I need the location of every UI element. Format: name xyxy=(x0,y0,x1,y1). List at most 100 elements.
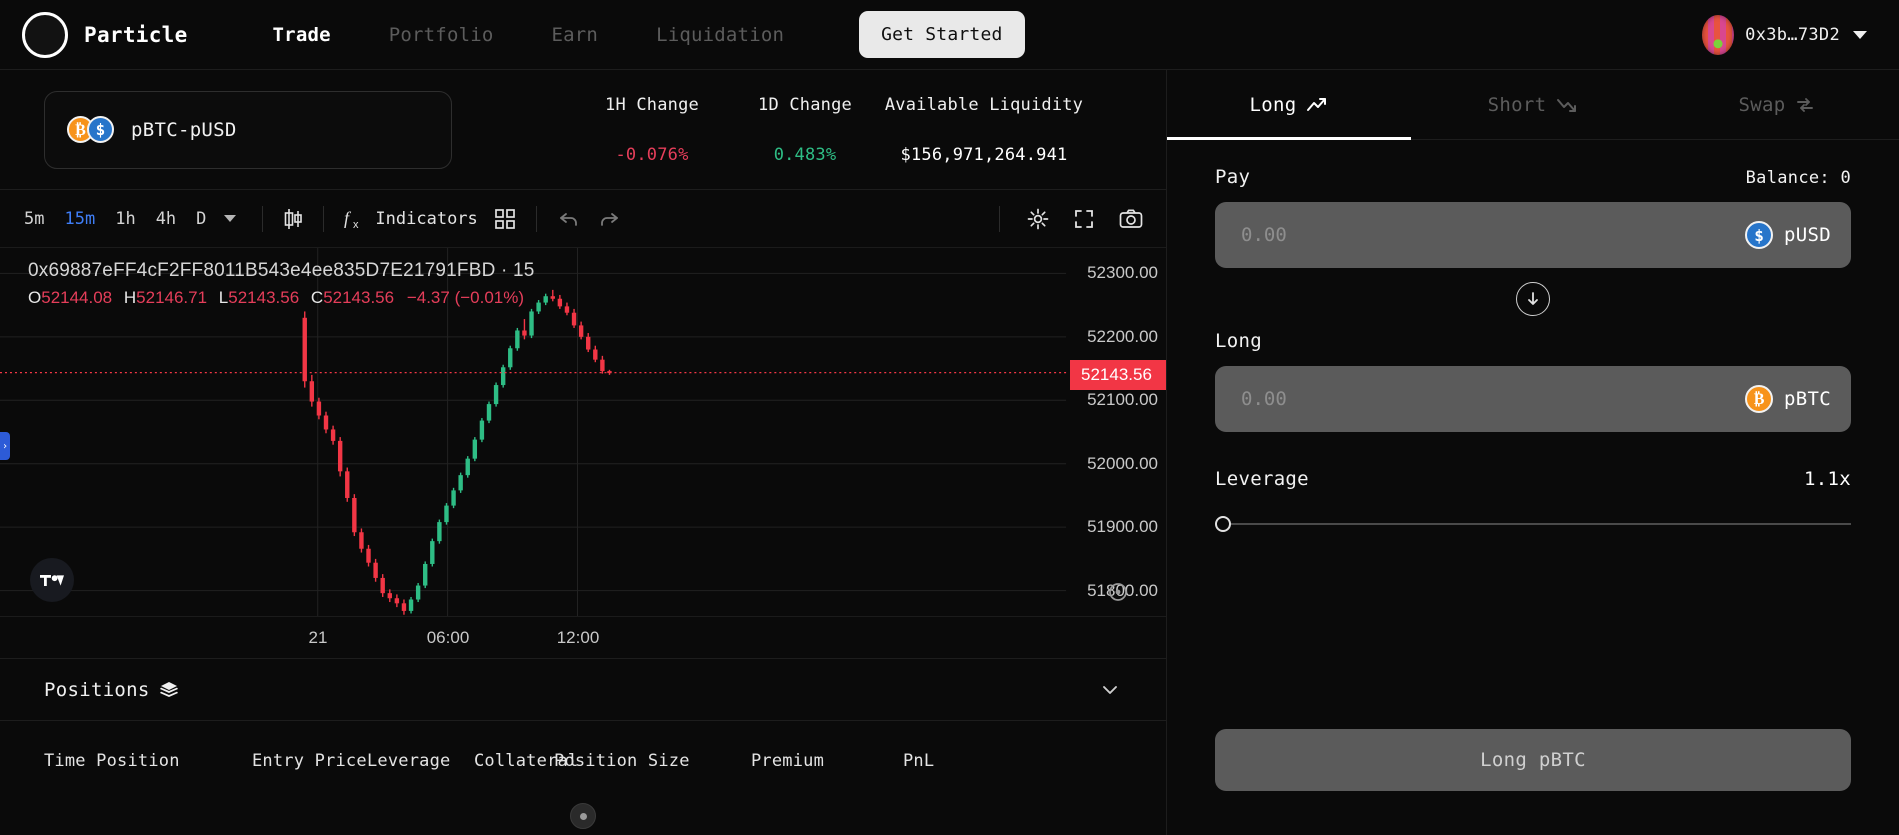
column-pnl: PnL xyxy=(903,751,934,772)
camera-icon xyxy=(1118,207,1144,231)
time-axis[interactable]: 21 06:00 12:00 xyxy=(0,616,1166,658)
undo-button[interactable] xyxy=(549,202,589,236)
pay-amount-input[interactable] xyxy=(1241,224,1752,246)
stat-value: $156,971,264.941 xyxy=(901,145,1068,165)
receive-amount-input[interactable] xyxy=(1241,388,1745,410)
candlestick-style-button[interactable] xyxy=(275,201,311,237)
receive-input-row[interactable]: ₿ pBTC xyxy=(1215,366,1851,432)
slider-thumb[interactable] xyxy=(1215,516,1231,532)
indicators-label: Indicators xyxy=(375,209,477,229)
undo-icon xyxy=(557,208,581,230)
time-tick: 06:00 xyxy=(427,628,470,648)
brand-name: Particle xyxy=(84,23,188,47)
avatar xyxy=(1702,15,1734,55)
tab-long-label: Long xyxy=(1250,94,1297,116)
current-price-badge: 52143.56 xyxy=(1070,360,1166,390)
timeframe-5m[interactable]: 5m xyxy=(14,203,54,235)
gear-icon xyxy=(1026,207,1050,231)
bitcoin-coin-icon: ₿ xyxy=(1745,385,1773,413)
divider xyxy=(999,206,1000,232)
receive-label: Long xyxy=(1215,330,1262,352)
nav-item-earn[interactable]: Earn xyxy=(523,24,628,46)
chart-toolbar-right xyxy=(987,201,1152,237)
app-body: ₿ $ pBTC-pUSD 1H Change -0.076% 1D Chang… xyxy=(0,70,1899,835)
fullscreen-button[interactable] xyxy=(1064,201,1104,237)
leverage-slider[interactable] xyxy=(1215,516,1851,532)
fullscreen-icon xyxy=(1072,207,1096,231)
layout-button[interactable] xyxy=(486,202,524,236)
tab-short[interactable]: Short xyxy=(1411,70,1655,139)
positions-table-header: Time Position Entry Price Leverage Colla… xyxy=(0,721,1166,803)
submit-long-button[interactable]: Long pBTC xyxy=(1215,729,1851,791)
nav-item-portfolio[interactable]: Portfolio xyxy=(360,24,523,46)
wallet-menu[interactable]: 0x3b…73D2 xyxy=(1702,15,1877,55)
app-header: Particle Trade Portfolio Earn Liquidatio… xyxy=(0,0,1899,70)
price-chart[interactable]: › 0x69887eFF4cF2FF8011B543e4ee835D7E2179… xyxy=(0,248,1166,616)
leverage-value: 1.1x xyxy=(1804,468,1851,490)
positions-section: Positions Time Position Entry Price Leve… xyxy=(0,658,1166,835)
pay-label: Pay xyxy=(1215,166,1250,188)
timeframe-15m[interactable]: 15m xyxy=(54,203,105,235)
pair-icons: ₿ $ xyxy=(67,116,114,143)
candlestick-canvas xyxy=(0,248,1166,616)
tab-short-label: Short xyxy=(1488,94,1547,116)
price-tick: 52100.00 xyxy=(1087,390,1158,410)
redo-icon xyxy=(597,208,621,230)
stat-1h-change: 1H Change -0.076% xyxy=(573,95,731,165)
stat-value: -0.076% xyxy=(615,145,688,165)
pay-input-row[interactable]: $ pUSD xyxy=(1215,202,1851,268)
swap-icon xyxy=(1795,95,1815,115)
arrow-down-circle-icon[interactable] xyxy=(1516,282,1550,316)
nav-item-liquidation[interactable]: Liquidation xyxy=(627,24,813,46)
stat-label: 1D Change xyxy=(758,95,852,115)
usd-coin-icon: $ xyxy=(87,116,114,143)
price-tick: 52000.00 xyxy=(1087,454,1158,474)
divider xyxy=(323,206,324,232)
nav-item-trade[interactable]: Trade xyxy=(244,24,360,46)
column-time-position: Time Position xyxy=(44,751,252,772)
positions-header[interactable]: Positions xyxy=(0,659,1166,721)
tradingview-logo-icon[interactable] xyxy=(30,558,74,602)
pay-token-selector[interactable]: $ pUSD xyxy=(1752,221,1831,249)
main-nav: Trade Portfolio Earn Liquidation xyxy=(244,24,814,46)
timeframe-1h[interactable]: 1h xyxy=(105,203,145,235)
price-tick: 52300.00 xyxy=(1087,263,1158,283)
chevron-right-icon[interactable]: › xyxy=(0,432,10,460)
indicators-button[interactable]: f x Indicators xyxy=(336,201,485,237)
snapshot-button[interactable] xyxy=(1110,201,1152,237)
tab-swap[interactable]: Swap xyxy=(1655,70,1899,139)
market-stats: 1H Change -0.076% 1D Change 0.483% Avail… xyxy=(573,95,1089,165)
price-axis[interactable]: 52300.0052200.0052100.0052000.0051900.00… xyxy=(1066,248,1166,616)
chevron-down-icon[interactable] xyxy=(224,215,236,222)
get-started-button[interactable]: Get Started xyxy=(859,11,1024,58)
price-tick: 51900.00 xyxy=(1087,517,1158,537)
column-position-size: Position Size xyxy=(554,751,751,772)
stat-available-liquidity: Available Liquidity $156,971,264.941 xyxy=(879,95,1089,165)
column-entry-price: Entry Price xyxy=(252,751,367,772)
pair-bar: ₿ $ pBTC-pUSD 1H Change -0.076% 1D Chang… xyxy=(0,70,1166,190)
chart-toolbar: 5m 15m 1h 4h D f xyxy=(0,190,1166,248)
receive-token-selector[interactable]: ₿ pBTC xyxy=(1745,385,1831,413)
pair-name: pBTC-pUSD xyxy=(131,119,237,141)
stat-value: 0.483% xyxy=(774,145,837,165)
timeframe-4h[interactable]: 4h xyxy=(146,203,186,235)
column-leverage: Leverage xyxy=(367,751,474,772)
time-tick: 21 xyxy=(309,628,328,648)
pay-field-header: Pay Balance: 0 xyxy=(1215,166,1851,188)
crosshair-target-icon[interactable] xyxy=(1106,580,1130,608)
brand[interactable]: Particle xyxy=(22,12,188,58)
column-premium: Premium xyxy=(751,751,903,772)
tab-long[interactable]: Long xyxy=(1167,70,1411,139)
chevron-down-icon[interactable] xyxy=(1098,678,1122,702)
pay-token-name: pUSD xyxy=(1784,224,1831,246)
scroll-handle[interactable] xyxy=(570,803,596,829)
chart-settings-button[interactable] xyxy=(1018,201,1058,237)
timeframe-d[interactable]: D xyxy=(186,203,216,235)
pair-selector[interactable]: ₿ $ pBTC-pUSD xyxy=(44,91,452,169)
candlestick-icon xyxy=(283,207,303,231)
stat-1d-change: 1D Change 0.483% xyxy=(731,95,879,165)
fx-icon: f x xyxy=(344,207,366,231)
chevron-down-icon xyxy=(1853,31,1867,39)
time-tick: 12:00 xyxy=(557,628,600,648)
redo-button[interactable] xyxy=(589,202,629,236)
